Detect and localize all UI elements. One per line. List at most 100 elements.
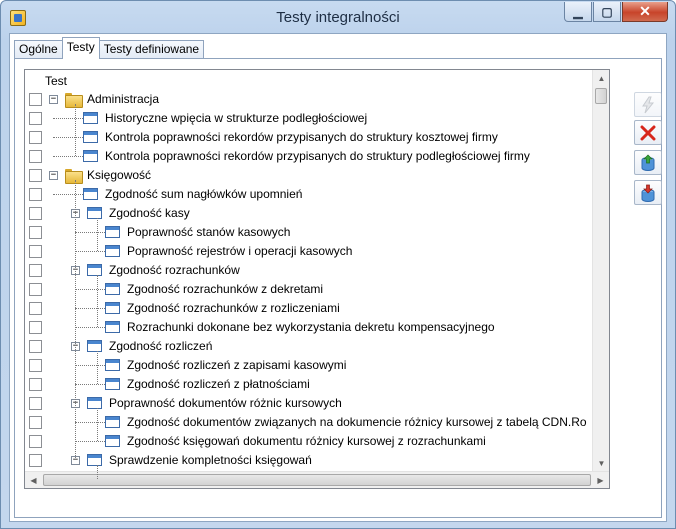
tree-row[interactable]: Poprawność stanów kasowych xyxy=(25,223,603,242)
test-label: Poprawność stanów kasowych xyxy=(127,225,291,239)
tree-connector xyxy=(75,422,105,423)
horizontal-scroll-thumb[interactable] xyxy=(43,474,591,486)
tree-connector xyxy=(53,194,83,195)
tree-row[interactable]: − Poprawność dokumentów różnic kursowych xyxy=(25,394,603,413)
import-button[interactable] xyxy=(634,180,662,205)
test-window-icon xyxy=(83,188,98,200)
test-window-icon xyxy=(87,264,102,276)
row-checkbox[interactable] xyxy=(29,454,42,467)
tree-row[interactable]: − Administracja xyxy=(25,90,603,109)
test-window-icon xyxy=(83,150,98,162)
row-checkbox[interactable] xyxy=(29,359,42,372)
tree-connector xyxy=(53,156,83,157)
export-button[interactable] xyxy=(634,150,662,175)
row-checkbox[interactable] xyxy=(29,226,42,239)
test-window-icon xyxy=(105,283,120,295)
scroll-down-icon[interactable]: ▼ xyxy=(593,455,609,472)
tree-row[interactable]: Poprawność rejestrów i operacji kasowych xyxy=(25,242,603,261)
row-checkbox[interactable] xyxy=(29,397,42,410)
folder-icon xyxy=(65,169,83,184)
delete-button[interactable] xyxy=(634,120,662,145)
scroll-up-icon[interactable]: ▲ xyxy=(593,70,609,87)
scroll-left-icon[interactable]: ◀ xyxy=(25,472,42,488)
tree-connector xyxy=(53,137,83,138)
group-label: Zgodność kasy xyxy=(109,206,190,220)
tree-row[interactable]: Kontrola poprawności rekordów przypisany… xyxy=(25,147,603,166)
scroll-right-icon[interactable]: ▶ xyxy=(592,472,609,488)
test-window-icon xyxy=(105,321,120,333)
test-window-icon xyxy=(105,245,120,257)
lightning-icon xyxy=(642,96,655,113)
row-checkbox[interactable] xyxy=(29,340,42,353)
collapse-toggle-icon[interactable]: − xyxy=(49,171,58,180)
tree-connector xyxy=(75,289,105,290)
tree-row[interactable]: Historyczne wpięcia w strukturze podległ… xyxy=(25,109,603,128)
tree-row[interactable]: Zgodność rozliczeń z zapisami kasowymi xyxy=(25,356,603,375)
tree-row[interactable]: Rozrachunki dokonane bez wykorzystania d… xyxy=(25,318,603,337)
row-checkbox[interactable] xyxy=(29,416,42,429)
test-label: Zgodność księgowań dokumentu różnicy kur… xyxy=(127,434,486,448)
row-checkbox[interactable] xyxy=(29,188,42,201)
row-checkbox[interactable] xyxy=(29,378,42,391)
run-tests-button[interactable] xyxy=(634,92,662,117)
tree-connector xyxy=(75,327,105,328)
minimize-button[interactable]: ▁ xyxy=(564,2,592,22)
row-checkbox[interactable] xyxy=(29,264,42,277)
tree-row[interactable]: − Księgowość xyxy=(25,166,603,185)
tree-row[interactable]: − Zgodność rozrachunków xyxy=(25,261,603,280)
vertical-scrollbar[interactable]: ▲ ▼ xyxy=(592,70,609,472)
maximize-button[interactable]: ▢ xyxy=(593,2,621,22)
title-bar[interactable]: Testy integralności ▁ ▢ ✕ xyxy=(1,1,675,33)
test-window-icon xyxy=(105,302,120,314)
tree-row[interactable]: Kontrola poprawności rekordów przypisany… xyxy=(25,128,603,147)
row-checkbox[interactable] xyxy=(29,245,42,258)
row-checkbox[interactable] xyxy=(29,435,42,448)
row-checkbox[interactable] xyxy=(29,131,42,144)
tab-panel-tests: Test − Administracja Historyczne wpięcia w… xyxy=(14,58,662,518)
row-checkbox[interactable] xyxy=(29,321,42,334)
tree-row[interactable]: − Zgodność rozliczeń xyxy=(25,337,603,356)
horizontal-scrollbar[interactable]: ◀ ▶ xyxy=(25,471,609,488)
row-checkbox[interactable] xyxy=(29,207,42,220)
tree-row[interactable]: Zgodność rozliczeń z płatnościami xyxy=(25,375,603,394)
test-label: Kontrola poprawności rekordów przypisany… xyxy=(105,130,498,144)
tab-general[interactable]: Ogólne xyxy=(14,40,63,59)
tree-row[interactable]: Zgodność rozrachunków z dekretami xyxy=(25,280,603,299)
test-window-icon xyxy=(87,340,102,352)
column-header-test: Test xyxy=(45,74,68,88)
row-checkbox[interactable] xyxy=(29,283,42,296)
collapse-toggle-icon[interactable]: − xyxy=(49,95,58,104)
maximize-icon: ▢ xyxy=(601,4,613,19)
test-window-icon xyxy=(105,226,120,238)
folder-icon xyxy=(65,93,83,108)
tree-row[interactable]: Zgodność rozrachunków z rozliczeniami xyxy=(25,299,603,318)
tree-connector xyxy=(75,365,105,366)
vertical-scroll-thumb[interactable] xyxy=(595,88,607,104)
tree-row[interactable]: Zgodność dokumentów związanych na dokume… xyxy=(25,413,603,432)
group-label: Poprawność dokumentów różnic kursowych xyxy=(109,396,342,410)
window: Testy integralności ▁ ▢ ✕ Ogólne Testy T… xyxy=(0,0,676,529)
tree-row[interactable]: − Zgodność kasy xyxy=(25,204,603,223)
tree-row[interactable]: − Sprawdzenie kompletności księgowań xyxy=(25,451,603,470)
test-window-icon xyxy=(105,435,120,447)
close-icon: ✕ xyxy=(639,3,651,19)
close-button[interactable]: ✕ xyxy=(622,2,668,22)
tab-tests[interactable]: Testy xyxy=(61,37,100,59)
tree-row[interactable]: Zgodność sum nagłówków upomnień xyxy=(25,185,603,204)
tree-connector xyxy=(97,275,98,327)
test-label: Kontrola poprawności rekordów przypisany… xyxy=(105,149,530,163)
group-label: Administracja xyxy=(87,92,160,106)
test-label: Zgodność rozrachunków z dekretami xyxy=(127,282,324,296)
client-area: Ogólne Testy Testy definiowane Test − Adm… xyxy=(9,33,667,522)
tests-tree[interactable]: Test − Administracja Historyczne wpięcia w… xyxy=(24,69,610,489)
row-checkbox[interactable] xyxy=(29,93,42,106)
tree-row[interactable]: Zgodność księgowań dokumentu różnicy kur… xyxy=(25,432,603,451)
tab-defined-tests[interactable]: Testy definiowane xyxy=(98,40,205,59)
row-checkbox[interactable] xyxy=(29,302,42,315)
tree-connector xyxy=(97,408,98,441)
row-checkbox[interactable] xyxy=(29,112,42,125)
test-label: Rozrachunki dokonane bez wykorzystania d… xyxy=(127,320,495,334)
row-checkbox[interactable] xyxy=(29,169,42,182)
database-export-icon xyxy=(641,154,655,171)
row-checkbox[interactable] xyxy=(29,150,42,163)
